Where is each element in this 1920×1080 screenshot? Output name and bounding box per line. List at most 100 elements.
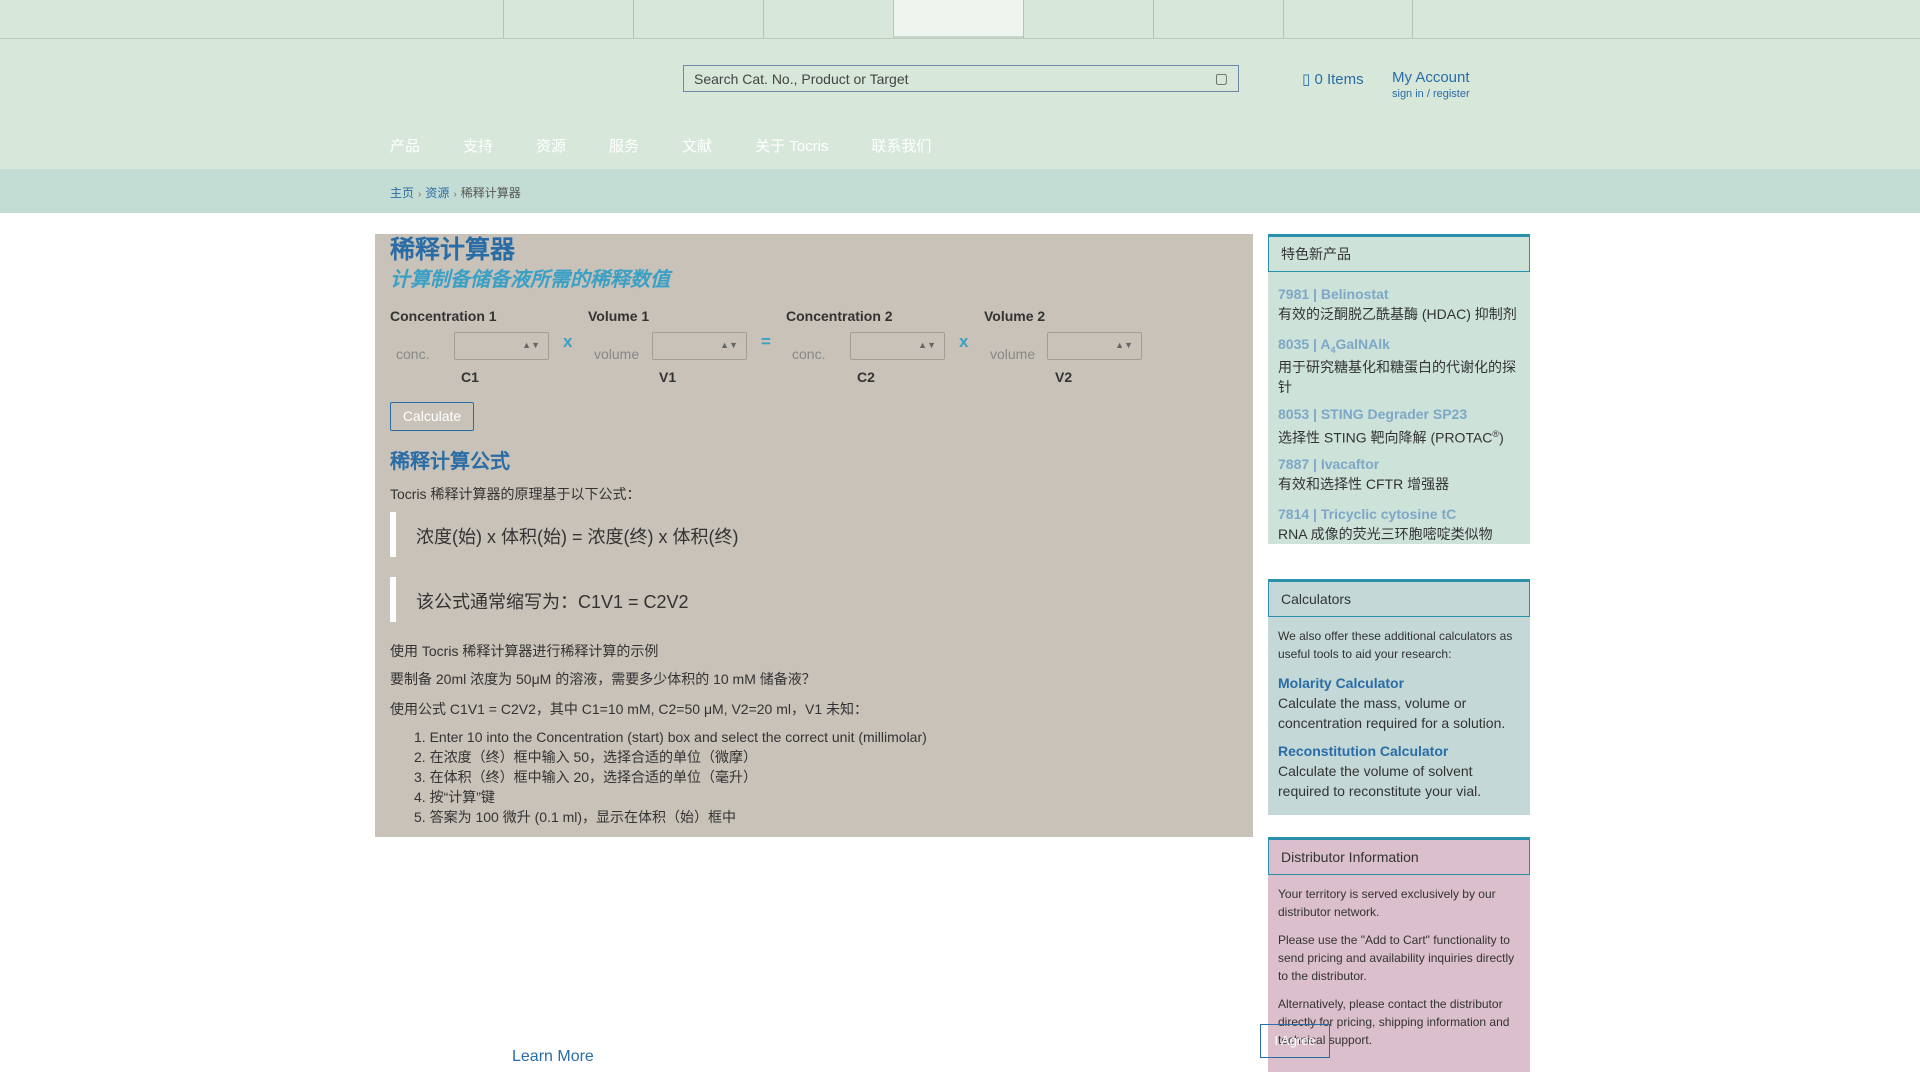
- top-tabs: [503, 0, 1413, 38]
- chevron-down-icon: ▲▼: [1115, 340, 1133, 350]
- featured-item-desc: 有效的泛酮脱乙酰基酶 (HDAC) 抑制剂: [1278, 306, 1517, 322]
- breadcrumb: 主页 › 资源 › 稀释计算器: [390, 184, 521, 201]
- times-operator: x: [563, 332, 573, 351]
- reconstitution-calculator-desc: Calculate the volume of solvent required…: [1278, 763, 1482, 799]
- nav-item-products[interactable]: 产品: [390, 135, 420, 156]
- featured-item: 7887 | Ivacaftor 有效和选择性 CFTR 增强器: [1278, 456, 1523, 494]
- concentration-2-input[interactable]: conc.: [792, 346, 825, 362]
- account-label[interactable]: My Account: [1392, 69, 1470, 86]
- concentration-1-label: Concentration 1: [390, 308, 497, 324]
- formula-quote: 浓度(始) x 体积(始) = 浓度(终) x 体积(终): [390, 512, 1254, 557]
- breadcrumb-resources[interactable]: 资源: [425, 186, 449, 200]
- times-operator: x: [959, 332, 969, 351]
- featured-item-title[interactable]: 8053 | STING Degrader SP23: [1278, 406, 1523, 422]
- molarity-calculator-link[interactable]: Molarity Calculator: [1278, 675, 1523, 691]
- featured-products-panel: 特色新产品 7981 | Belinostat 有效的泛酮脱乙酰基酶 (HDAC…: [1268, 234, 1530, 544]
- v1-label: V1: [659, 369, 677, 385]
- top-tab[interactable]: [1283, 0, 1413, 38]
- nav-item-services[interactable]: 服务: [609, 135, 639, 156]
- cart-icon: ▯: [1302, 71, 1311, 88]
- reconstitution-calculator-link[interactable]: Reconstitution Calculator: [1278, 743, 1523, 759]
- top-strip: [0, 0, 1920, 39]
- volume-1-unit-select[interactable]: ▲▼: [652, 332, 747, 360]
- formula-heading: 稀释计算公式: [390, 451, 510, 473]
- calculate-button[interactable]: Calculate: [390, 402, 474, 431]
- calculators-body: We also offer these additional calculato…: [1278, 627, 1523, 801]
- featured-item-desc: 选择性 STING 靶向降解 (PROTAC®): [1278, 429, 1504, 446]
- nav-item-literature[interactable]: 文献: [682, 135, 712, 156]
- nav-item-support[interactable]: 支持: [463, 135, 493, 156]
- concentration-2-unit-select[interactable]: ▲▼: [850, 332, 945, 360]
- formula-quote-text: 浓度(始) x 体积(始) = 浓度(终) x 体积(终): [416, 527, 739, 547]
- featured-item-desc: 有效和选择性 CFTR 增强器: [1278, 476, 1450, 492]
- featured-item: 8035 | A4GalNAlk 用于研究糖基化和糖蛋白的代谢化的探针: [1278, 336, 1523, 397]
- search-input[interactable]: Search Cat. No., Product or Target ▢: [683, 65, 1239, 92]
- sign-in-register-link[interactable]: sign in / register: [1392, 88, 1470, 100]
- volume-2-label: Volume 2: [984, 308, 1046, 324]
- concentration-1-unit-select[interactable]: ▲▼: [454, 332, 549, 360]
- breadcrumb-home[interactable]: 主页: [390, 186, 414, 200]
- chevron-down-icon: ▲▼: [720, 340, 738, 350]
- featured-item: 8053 | STING Degrader SP23 选择性 STING 靶向降…: [1278, 406, 1523, 448]
- breadcrumb-bar: [0, 169, 1920, 213]
- featured-item-desc: RNA 成像的荧光三环胞嘧啶类似物: [1278, 526, 1493, 542]
- v2-label: V2: [1055, 369, 1073, 385]
- cart-link[interactable]: ▯ 0 Items: [1302, 70, 1364, 88]
- featured-item-title[interactable]: 7887 | Ivacaftor: [1278, 456, 1523, 472]
- distributor-text: Your territory is served exclusively by …: [1278, 887, 1496, 919]
- account-link[interactable]: My Account sign in / register: [1392, 69, 1470, 100]
- breadcrumb-current: 稀释计算器: [460, 186, 521, 200]
- concentration-1-input[interactable]: conc.: [396, 346, 429, 362]
- distributor-heading: Distributor Information: [1268, 837, 1530, 875]
- page-title: 稀释计算器: [390, 236, 516, 264]
- c1-label: C1: [461, 369, 479, 385]
- calculators-intro: We also offer these additional calculato…: [1278, 629, 1513, 661]
- volume-1-input[interactable]: volume: [594, 346, 639, 362]
- top-tab[interactable]: [1023, 0, 1153, 38]
- featured-item-title[interactable]: 7981 | Belinostat: [1278, 286, 1523, 302]
- nav-item-resources[interactable]: 资源: [536, 135, 566, 156]
- example-title: 使用 Tocris 稀释计算器进行稀释计算的示例: [390, 643, 659, 659]
- learn-more-link[interactable]: Learn More: [512, 1048, 594, 1066]
- formula-abbrev-quote: 该公式通常缩写为：C1V1 = C2V2: [390, 577, 1254, 622]
- chevron-down-icon: ▲▼: [522, 340, 540, 350]
- featured-heading: 特色新产品: [1268, 234, 1530, 272]
- list-item: 4. 按“计算”键: [414, 789, 495, 805]
- breadcrumb-separator: ›: [453, 189, 457, 200]
- example-question: 要制备 20ml 浓度为 50μM 的溶液，需要多少体积的 10 mM 储备液？: [390, 671, 816, 687]
- featured-item: 7981 | Belinostat 有效的泛酮脱乙酰基酶 (HDAC) 抑制剂: [1278, 286, 1523, 324]
- top-tab-active[interactable]: [893, 0, 1023, 38]
- search-icon[interactable]: ▢: [1215, 70, 1228, 87]
- featured-item: 7814 | Tricyclic cytosine tC RNA 成像的荧光三环…: [1278, 506, 1523, 544]
- nav-item-about[interactable]: 关于 Tocris: [755, 135, 828, 156]
- distributor-text: Please use the "Add to Cart" functionali…: [1278, 933, 1515, 983]
- example-setup: 使用公式 C1V1 = C2V2，其中 C1=10 mM, C2=50 μM, …: [390, 701, 869, 717]
- featured-item-title[interactable]: 7814 | Tricyclic cytosine tC: [1278, 506, 1523, 522]
- chevron-down-icon: ▲▼: [918, 340, 936, 350]
- volume-2-unit-select[interactable]: ▲▼: [1047, 332, 1142, 360]
- calculators-panel: Calculators We also offer these addition…: [1268, 579, 1530, 815]
- search-placeholder: Search Cat. No., Product or Target: [694, 71, 909, 87]
- top-tab[interactable]: [1153, 0, 1283, 38]
- calculators-heading: Calculators: [1268, 579, 1530, 617]
- top-tab[interactable]: [503, 0, 633, 38]
- formula-intro: Tocris 稀释计算器的原理基于以下公式：: [390, 486, 641, 502]
- page-subtitle: 计算制备储备液所需的稀释数值: [390, 269, 670, 291]
- nav-item-contact[interactable]: 联系我们: [871, 135, 931, 156]
- concentration-2-label: Concentration 2: [786, 308, 893, 324]
- breadcrumb-separator: ›: [418, 189, 422, 200]
- list-item: 3. 在体积（终）框中输入 20，选择合适的单位（毫升）: [414, 769, 758, 785]
- main-nav: 产品 支持 资源 服务 文献 关于 Tocris 联系我们: [390, 135, 974, 156]
- list-item: 5. 答案为 100 微升 (0.1 ml)，显示在体积（始）框中: [414, 809, 737, 825]
- list-item: 1. Enter 10 into the Concentration (star…: [414, 729, 927, 745]
- volume-1-label: Volume 1: [588, 308, 650, 324]
- featured-item-desc: 用于研究糖基化和糖蛋白的代谢化的探针: [1278, 358, 1516, 395]
- top-tab[interactable]: [763, 0, 893, 38]
- equals-operator: =: [761, 332, 771, 351]
- list-item: 2. 在浓度（终）框中输入 50，选择合适的单位（微摩）: [414, 749, 758, 765]
- featured-item-title[interactable]: 8035 | A4GalNAlk: [1278, 336, 1523, 355]
- agree-button[interactable]: I Agree: [1260, 1024, 1330, 1058]
- molarity-calculator-desc: Calculate the mass, volume or concentrat…: [1278, 695, 1506, 731]
- volume-2-input[interactable]: volume: [990, 346, 1035, 362]
- top-tab[interactable]: [633, 0, 763, 38]
